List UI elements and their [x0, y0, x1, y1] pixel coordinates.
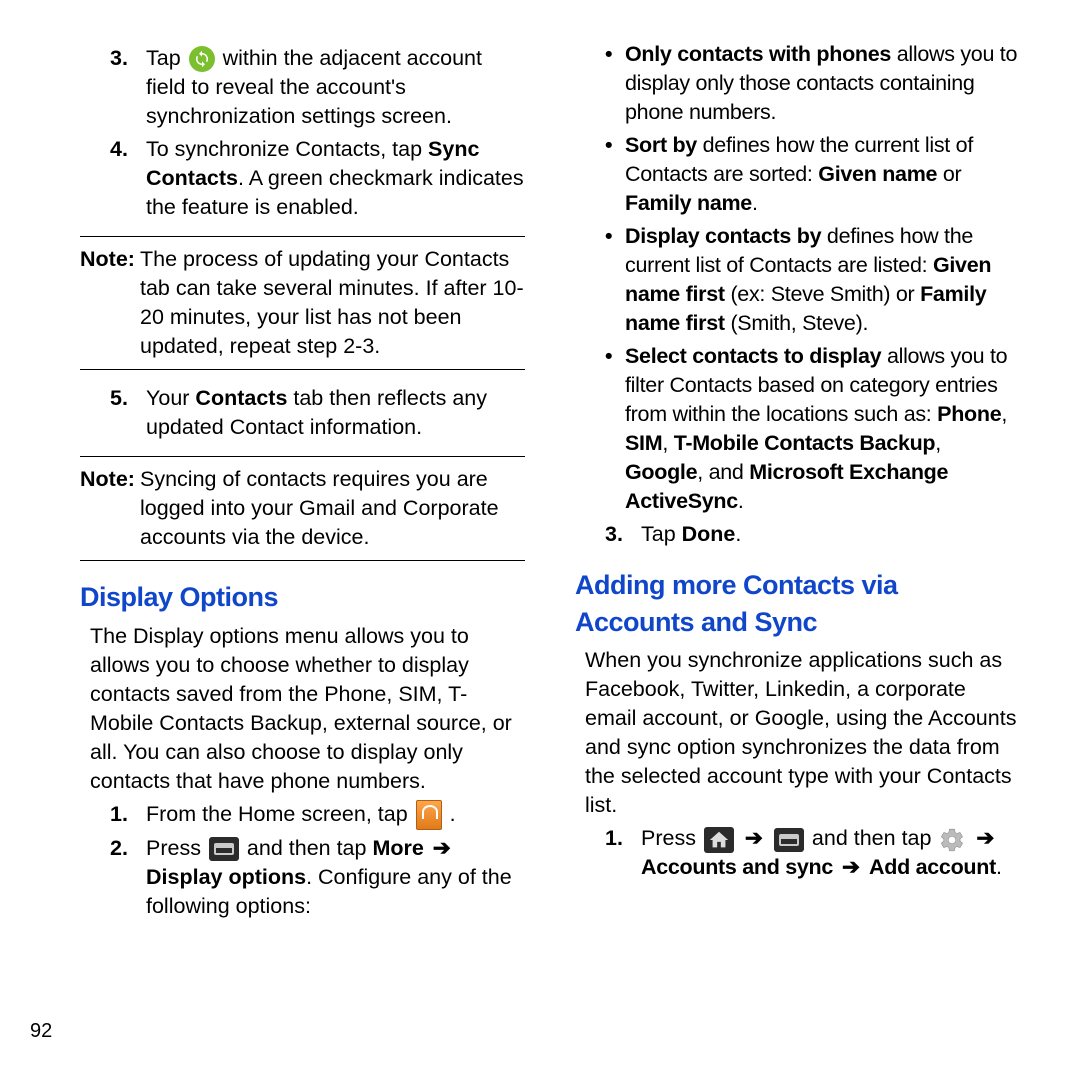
step-number: 1. — [605, 824, 641, 882]
note-body: Syncing of contacts requires you are log… — [140, 465, 525, 552]
note-body: The process of updating your Contacts ta… — [140, 245, 525, 361]
contacts-icon — [416, 800, 442, 830]
step-text: Press and then tap More ➔ Display option… — [146, 834, 525, 921]
display-step-2: 2. Press and then tap More ➔ Display opt… — [110, 834, 525, 921]
step-number: 4. — [110, 135, 146, 222]
adding-step-1: 1. Press ➔ and then tap ➔ Accounts and s… — [605, 824, 1020, 882]
heading-display-options: Display Options — [80, 579, 525, 615]
step-text: From the Home screen, tap . — [146, 800, 525, 830]
step-text: Tap Done. — [641, 520, 1020, 549]
step-5: 5. Your Contacts tab then reflects any u… — [110, 384, 525, 442]
gear-icon — [939, 827, 965, 853]
step-text: Your Contacts tab then reflects any upda… — [146, 384, 525, 442]
step-number: 3. — [110, 44, 146, 131]
home-icon — [704, 827, 734, 853]
step-number: 1. — [110, 800, 146, 830]
adding-intro: When you synchronize applications such a… — [585, 646, 1020, 820]
heading-adding-contacts: Adding more Contacts via Accounts and Sy… — [575, 567, 1020, 640]
menu-icon — [209, 837, 239, 861]
step-4: 4. To synchronize Contacts, tap Sync Con… — [110, 135, 525, 222]
step-text: To synchronize Contacts, tap Sync Contac… — [146, 135, 525, 222]
bullet-only-contacts: • Only contacts with phones allows you t… — [605, 40, 1020, 127]
bullet-sort-by: • Sort by defines how the current list o… — [605, 131, 1020, 218]
bullet-display-by: • Display contacts by defines how the cu… — [605, 222, 1020, 338]
manual-page: 3. Tap within the adjacent account field… — [0, 0, 1080, 990]
note-label: Note: — [80, 245, 140, 361]
step-3: 3. Tap within the adjacent account field… — [110, 44, 525, 131]
page-number: 92 — [30, 1020, 1080, 1043]
step-number: 2. — [110, 834, 146, 921]
step-text: Press ➔ and then tap ➔ Accounts and sync… — [641, 824, 1020, 882]
step-number: 5. — [110, 384, 146, 442]
menu-icon — [774, 828, 804, 852]
display-step-1: 1. From the Home screen, tap . — [110, 800, 525, 830]
step-text: Tap within the adjacent account field to… — [146, 44, 525, 131]
note-label: Note: — [80, 465, 140, 552]
bullet-select-display: • Select contacts to display allows you … — [605, 342, 1020, 516]
step-number: 3. — [605, 520, 641, 549]
note-block: Note: The process of updating your Conta… — [80, 236, 525, 370]
sync-icon — [189, 46, 215, 72]
note-block: Note: Syncing of contacts requires you a… — [80, 456, 525, 561]
display-intro: The Display options menu allows you to a… — [90, 622, 525, 796]
right-step-3: 3. Tap Done. — [605, 520, 1020, 549]
